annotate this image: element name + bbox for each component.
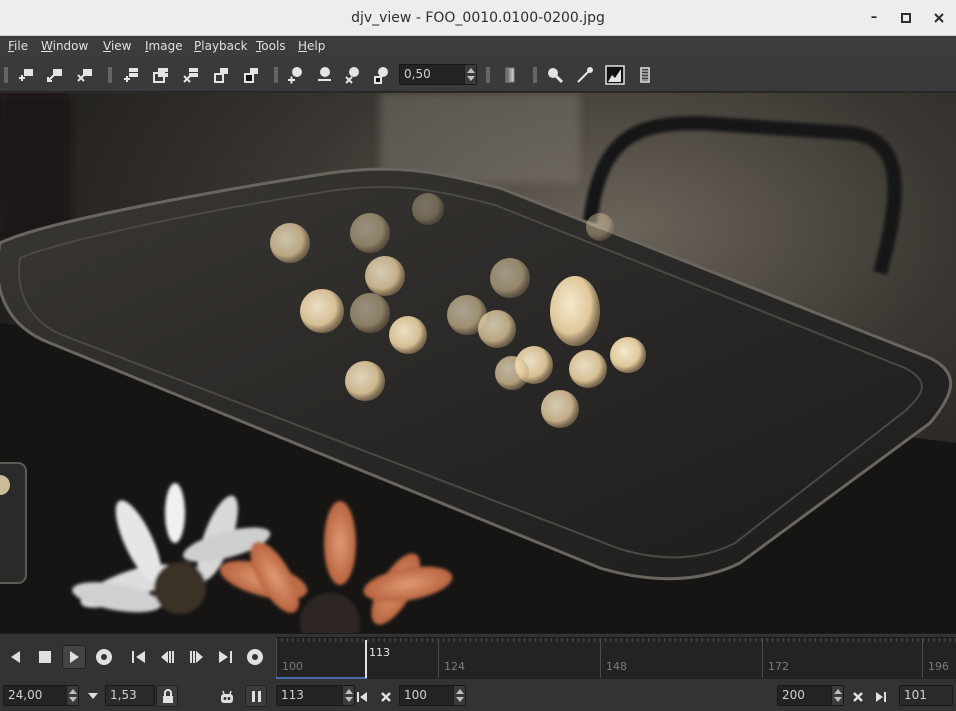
reset-in-point-icon[interactable] — [378, 689, 394, 705]
first-frame-icon[interactable] — [128, 646, 150, 668]
menu-image[interactable]: Image — [145, 39, 183, 53]
in-point-spinbox[interactable]: 100 — [399, 685, 466, 706]
menu-window[interactable]: Window — [41, 39, 88, 53]
duration-display: 101 — [899, 685, 953, 706]
toolbar: 0,50 — [0, 58, 956, 92]
toolbar-grip[interactable] — [108, 67, 112, 83]
frame-fill-icon[interactable] — [241, 65, 261, 85]
timeline-tick-label: 172 — [768, 660, 789, 673]
next-frame-icon[interactable] — [185, 646, 207, 668]
frame-icon[interactable] — [211, 65, 231, 85]
speed-display: 1,53 — [105, 685, 155, 706]
timeline-major-tick — [600, 638, 601, 678]
fps-spin-arrows[interactable] — [66, 686, 78, 705]
menu-bar: File Window View Image Playback Tools He… — [0, 36, 956, 58]
fps-dropdown-icon[interactable] — [85, 688, 101, 704]
channel-icon[interactable] — [500, 65, 520, 85]
window-copy-icon[interactable] — [45, 65, 65, 85]
window-new-icon[interactable] — [16, 65, 36, 85]
timeline-tick-label: 148 — [606, 660, 627, 673]
close-icon[interactable] — [931, 10, 947, 26]
timeline-current-label: 113 — [369, 646, 390, 659]
zoom-spinbox[interactable]: 0,50 — [399, 64, 477, 85]
play-reverse-icon[interactable] — [5, 646, 27, 668]
pause-icon[interactable] — [245, 685, 267, 707]
timeline-major-tick — [276, 638, 277, 678]
out-point-value[interactable]: 200 — [782, 688, 805, 702]
loop-icon[interactable] — [93, 646, 115, 668]
maximize-icon[interactable] — [898, 10, 914, 26]
timeline-tick-label: 196 — [928, 660, 949, 673]
magnify-icon[interactable] — [545, 65, 565, 85]
timeline-major-tick — [762, 638, 763, 678]
toolbar-grip[interactable] — [274, 67, 278, 83]
zoom-spin-arrows[interactable] — [464, 65, 476, 84]
reset-out-point-icon[interactable] — [850, 689, 866, 705]
timeline-tick-label: 124 — [444, 660, 465, 673]
timeline-played-range — [276, 677, 367, 679]
current-frame-spin-arrows[interactable] — [342, 686, 354, 705]
timeline-ticks — [276, 638, 956, 642]
last-frame-icon[interactable] — [214, 646, 236, 668]
timeline-playhead[interactable] — [365, 640, 367, 678]
stop-icon[interactable] — [34, 646, 56, 668]
fps-value[interactable]: 24,00 — [8, 688, 42, 702]
zoom-reset-icon[interactable] — [343, 65, 363, 85]
prev-frame-icon[interactable] — [157, 646, 179, 668]
audio-icon[interactable] — [219, 689, 235, 705]
fps-spinbox[interactable]: 24,00 — [3, 685, 79, 706]
window-close-icon[interactable] — [75, 65, 95, 85]
duration-value: 101 — [904, 688, 927, 702]
fit-icon[interactable] — [121, 65, 141, 85]
set-in-point-icon[interactable] — [354, 689, 370, 705]
menu-help[interactable]: Help — [298, 39, 325, 53]
menu-playback[interactable]: Playback — [194, 39, 248, 53]
zoom-out-icon[interactable] — [314, 65, 334, 85]
toolbar-grip[interactable] — [486, 67, 490, 83]
menu-view[interactable]: View — [103, 39, 131, 53]
in-point-value[interactable]: 100 — [404, 688, 427, 702]
histogram-icon[interactable] — [605, 65, 625, 85]
frame-copy-icon[interactable] — [151, 65, 171, 85]
zoom-value[interactable]: 0,50 — [404, 67, 431, 81]
speed-value: 1,53 — [110, 688, 137, 702]
zoom-fit-icon[interactable] — [372, 65, 392, 85]
out-point-spinbox[interactable]: 200 — [777, 685, 844, 706]
in-point-spin-arrows[interactable] — [453, 686, 465, 705]
current-frame-spinbox[interactable]: 113 — [276, 685, 355, 706]
lock-icon[interactable] — [156, 685, 178, 707]
color-picker-icon[interactable] — [575, 65, 595, 85]
playback-bar: 100 124 148 172 196 113 24,00 1,53 113 1… — [0, 633, 956, 711]
toolbar-grip[interactable] — [4, 67, 8, 83]
window-title: djv_view - FOO_0010.0100-0200.jpg — [351, 10, 605, 26]
play-forward-icon[interactable] — [62, 645, 86, 669]
image-viewport[interactable] — [0, 93, 956, 633]
timeline-major-tick — [922, 638, 923, 678]
menu-tools[interactable]: Tools — [256, 39, 286, 53]
title-bar: djv_view - FOO_0010.0100-0200.jpg – — [0, 0, 956, 36]
image-content — [0, 93, 956, 633]
timeline-tick-label: 100 — [282, 660, 303, 673]
close-view-icon[interactable] — [181, 65, 201, 85]
every-frame-icon[interactable] — [244, 646, 266, 668]
minimize-icon[interactable]: – — [866, 10, 882, 26]
current-frame-value[interactable]: 113 — [281, 688, 304, 702]
zoom-in-icon[interactable] — [286, 65, 306, 85]
set-out-point-icon[interactable] — [873, 689, 889, 705]
out-point-spin-arrows[interactable] — [831, 686, 843, 705]
timeline-slider[interactable]: 100 124 148 172 196 113 — [276, 637, 956, 679]
timeline-major-tick — [438, 638, 439, 678]
info-icon[interactable] — [635, 65, 655, 85]
toolbar-grip[interactable] — [533, 67, 537, 83]
menu-file[interactable]: File — [8, 39, 28, 53]
